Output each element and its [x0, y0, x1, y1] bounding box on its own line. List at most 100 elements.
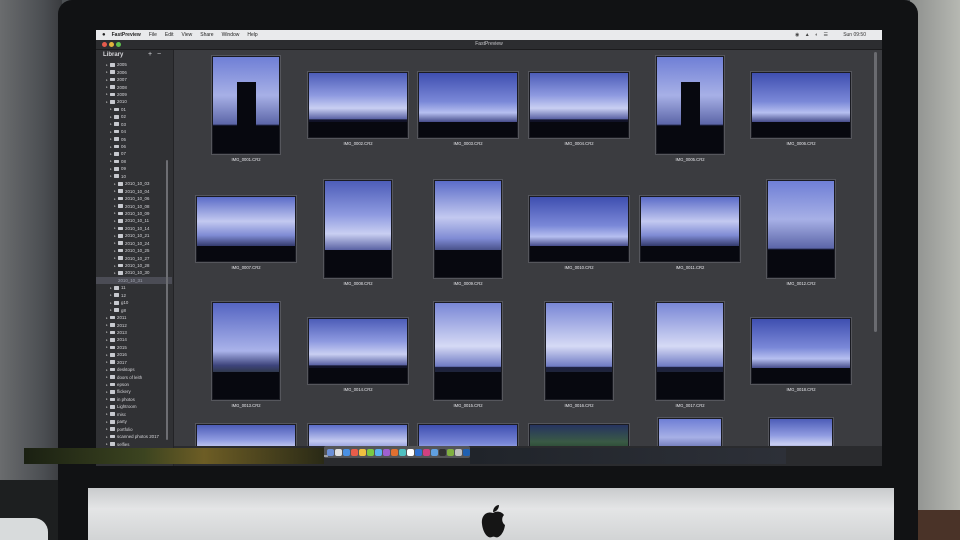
- folder-item[interactable]: ▸ 2007: [96, 76, 172, 83]
- photo-thumbnail[interactable]: [196, 196, 296, 262]
- dock-app-icon[interactable]: [351, 448, 358, 456]
- folder-item[interactable]: ▸ 2017: [96, 359, 172, 366]
- dock-app-icon[interactable]: [399, 448, 406, 456]
- menu-fastpreview[interactable]: FastPreview: [112, 32, 141, 38]
- remove-folder-button[interactable]: −: [157, 51, 161, 58]
- folder-item[interactable]: ▸ desktops: [96, 366, 172, 373]
- folder-item[interactable]: ▸ 2010_10_21: [96, 232, 172, 239]
- folder-item[interactable]: ▸ 04: [96, 128, 172, 135]
- folder-item[interactable]: ▸ 2009: [96, 91, 172, 98]
- photo-thumbnail[interactable]: [545, 302, 613, 400]
- menu-share[interactable]: Share: [200, 32, 213, 38]
- sidebar-scrollbar[interactable]: [166, 160, 168, 440]
- folder-item[interactable]: ▸ 2013: [96, 329, 172, 336]
- folder-item[interactable]: ▸ 2016: [96, 351, 172, 358]
- dock-app-icon[interactable]: [455, 448, 462, 456]
- menu-edit[interactable]: Edit: [165, 32, 174, 38]
- folder-item[interactable]: ▸ 2008: [96, 83, 172, 90]
- photo-thumbnail[interactable]: [767, 180, 835, 278]
- folder-item[interactable]: ▸ 11: [96, 284, 172, 291]
- folder-item[interactable]: ▸ 2014: [96, 336, 172, 343]
- folder-item[interactable]: ▸ 05: [96, 135, 172, 142]
- folder-item[interactable]: ▸ 10: [96, 173, 172, 180]
- folder-item[interactable]: ▸ 12: [96, 292, 172, 299]
- add-folder-button[interactable]: +: [148, 51, 152, 58]
- photo-thumbnail[interactable]: [656, 302, 724, 400]
- dock-app-icon[interactable]: [359, 448, 366, 456]
- folder-item[interactable]: ▸ g10: [96, 299, 172, 306]
- dock-app-icon[interactable]: [367, 448, 374, 456]
- folder-item[interactable]: ▸ 03: [96, 121, 172, 128]
- photo-thumbnail[interactable]: [529, 72, 629, 138]
- folder-item[interactable]: ▸ doors of leith: [96, 373, 172, 380]
- folder-item[interactable]: ▸ 2015: [96, 344, 172, 351]
- folder-item[interactable]: ▸ portfolio: [96, 425, 172, 432]
- folder-item[interactable]: ▸ 06: [96, 143, 172, 150]
- photo-thumbnail[interactable]: [434, 180, 502, 278]
- photo-thumbnail[interactable]: [308, 72, 408, 138]
- folder-item[interactable]: ▸ 2010_10_11: [96, 217, 172, 224]
- folder-item[interactable]: 2010_10_31: [96, 276, 172, 285]
- dock-app-icon[interactable]: [447, 448, 454, 456]
- folder-item[interactable]: ▸ 2010_10_09: [96, 210, 172, 217]
- folder-item[interactable]: ▸ flickery: [96, 388, 172, 395]
- folder-item[interactable]: ▸ 2010_10_28: [96, 262, 172, 269]
- folder-item[interactable]: ▸ 2010_10_08: [96, 202, 172, 209]
- folder-item[interactable]: ▸ 01: [96, 106, 172, 113]
- dock-app-icon[interactable]: [343, 448, 350, 456]
- folder-item[interactable]: ▸ 07: [96, 150, 172, 157]
- dock-app-icon[interactable]: [431, 448, 438, 456]
- folder-item[interactable]: ▸ 2006: [96, 68, 172, 75]
- photo-thumbnail[interactable]: [529, 196, 629, 262]
- folder-item[interactable]: ▸ 2010_10_06: [96, 195, 172, 202]
- folder-item[interactable]: ▸ 2010_10_27: [96, 254, 172, 261]
- menu-clock[interactable]: Sun 09:50: [843, 32, 866, 38]
- menu-help[interactable]: Help: [247, 32, 257, 38]
- photo-thumbnail[interactable]: [212, 56, 280, 154]
- folder-item[interactable]: ▸ 2005: [96, 61, 172, 68]
- folder-item[interactable]: ▸ 09: [96, 165, 172, 172]
- photo-thumbnail[interactable]: [434, 302, 502, 400]
- folder-item[interactable]: ▸ 2010_10_25: [96, 247, 172, 254]
- folder-item[interactable]: ▸ 2010_10_04: [96, 187, 172, 194]
- folder-item[interactable]: ▸ 2010_10_14: [96, 225, 172, 232]
- dock-app-icon[interactable]: [383, 448, 390, 456]
- folder-item[interactable]: ▸ 2010_10_24: [96, 240, 172, 247]
- photo-thumbnail[interactable]: [324, 180, 392, 278]
- folder-item[interactable]: ▸ in photos: [96, 396, 172, 403]
- photo-thumbnail[interactable]: [656, 56, 724, 154]
- dock-app-icon[interactable]: [375, 448, 382, 456]
- menu-window[interactable]: Window: [222, 32, 240, 38]
- folder-item[interactable]: ▸ 2010_10_03: [96, 180, 172, 187]
- dock-app-icon[interactable]: [407, 448, 414, 456]
- menu-view[interactable]: View: [182, 32, 193, 38]
- folder-item[interactable]: ▸ scanned photos 2017: [96, 433, 172, 440]
- folder-item[interactable]: ▸ Lightroom: [96, 403, 172, 410]
- photo-thumbnail[interactable]: [418, 72, 518, 138]
- folder-item[interactable]: ▸ party: [96, 418, 172, 425]
- folder-item[interactable]: ▸ 2010: [96, 98, 172, 105]
- folder-item[interactable]: ▸ selfies: [96, 440, 172, 447]
- folder-item[interactable]: ▸ 08: [96, 158, 172, 165]
- dock-app-icon[interactable]: [423, 448, 430, 456]
- folder-item[interactable]: ▸ 2010_10_30: [96, 269, 172, 276]
- grid-scrollbar[interactable]: [874, 52, 877, 332]
- dock-app-icon[interactable]: [463, 448, 470, 456]
- photo-thumbnail[interactable]: [640, 196, 740, 262]
- folder-item[interactable]: ▸ 2012: [96, 321, 172, 328]
- photo-thumbnail[interactable]: [212, 302, 280, 400]
- dock-app-icon[interactable]: [439, 448, 446, 456]
- folder-item[interactable]: ▸ epson: [96, 381, 172, 388]
- folder-item[interactable]: ▸ 02: [96, 113, 172, 120]
- folder-item[interactable]: ▸ 2011: [96, 314, 172, 321]
- dock-app-icon[interactable]: [335, 448, 342, 456]
- apple-menu-icon[interactable]: ●: [102, 32, 106, 38]
- folder-item[interactable]: ▸ g8: [96, 306, 172, 313]
- status-icons[interactable]: ◉ ▲ ◐ ☰: [795, 32, 830, 38]
- photo-thumbnail[interactable]: [308, 318, 408, 384]
- photo-thumbnail[interactable]: [751, 318, 851, 384]
- dock-app-icon[interactable]: [327, 448, 334, 456]
- photo-thumbnail[interactable]: [751, 72, 851, 138]
- menu-file[interactable]: File: [149, 32, 157, 38]
- dock-app-icon[interactable]: [415, 448, 422, 456]
